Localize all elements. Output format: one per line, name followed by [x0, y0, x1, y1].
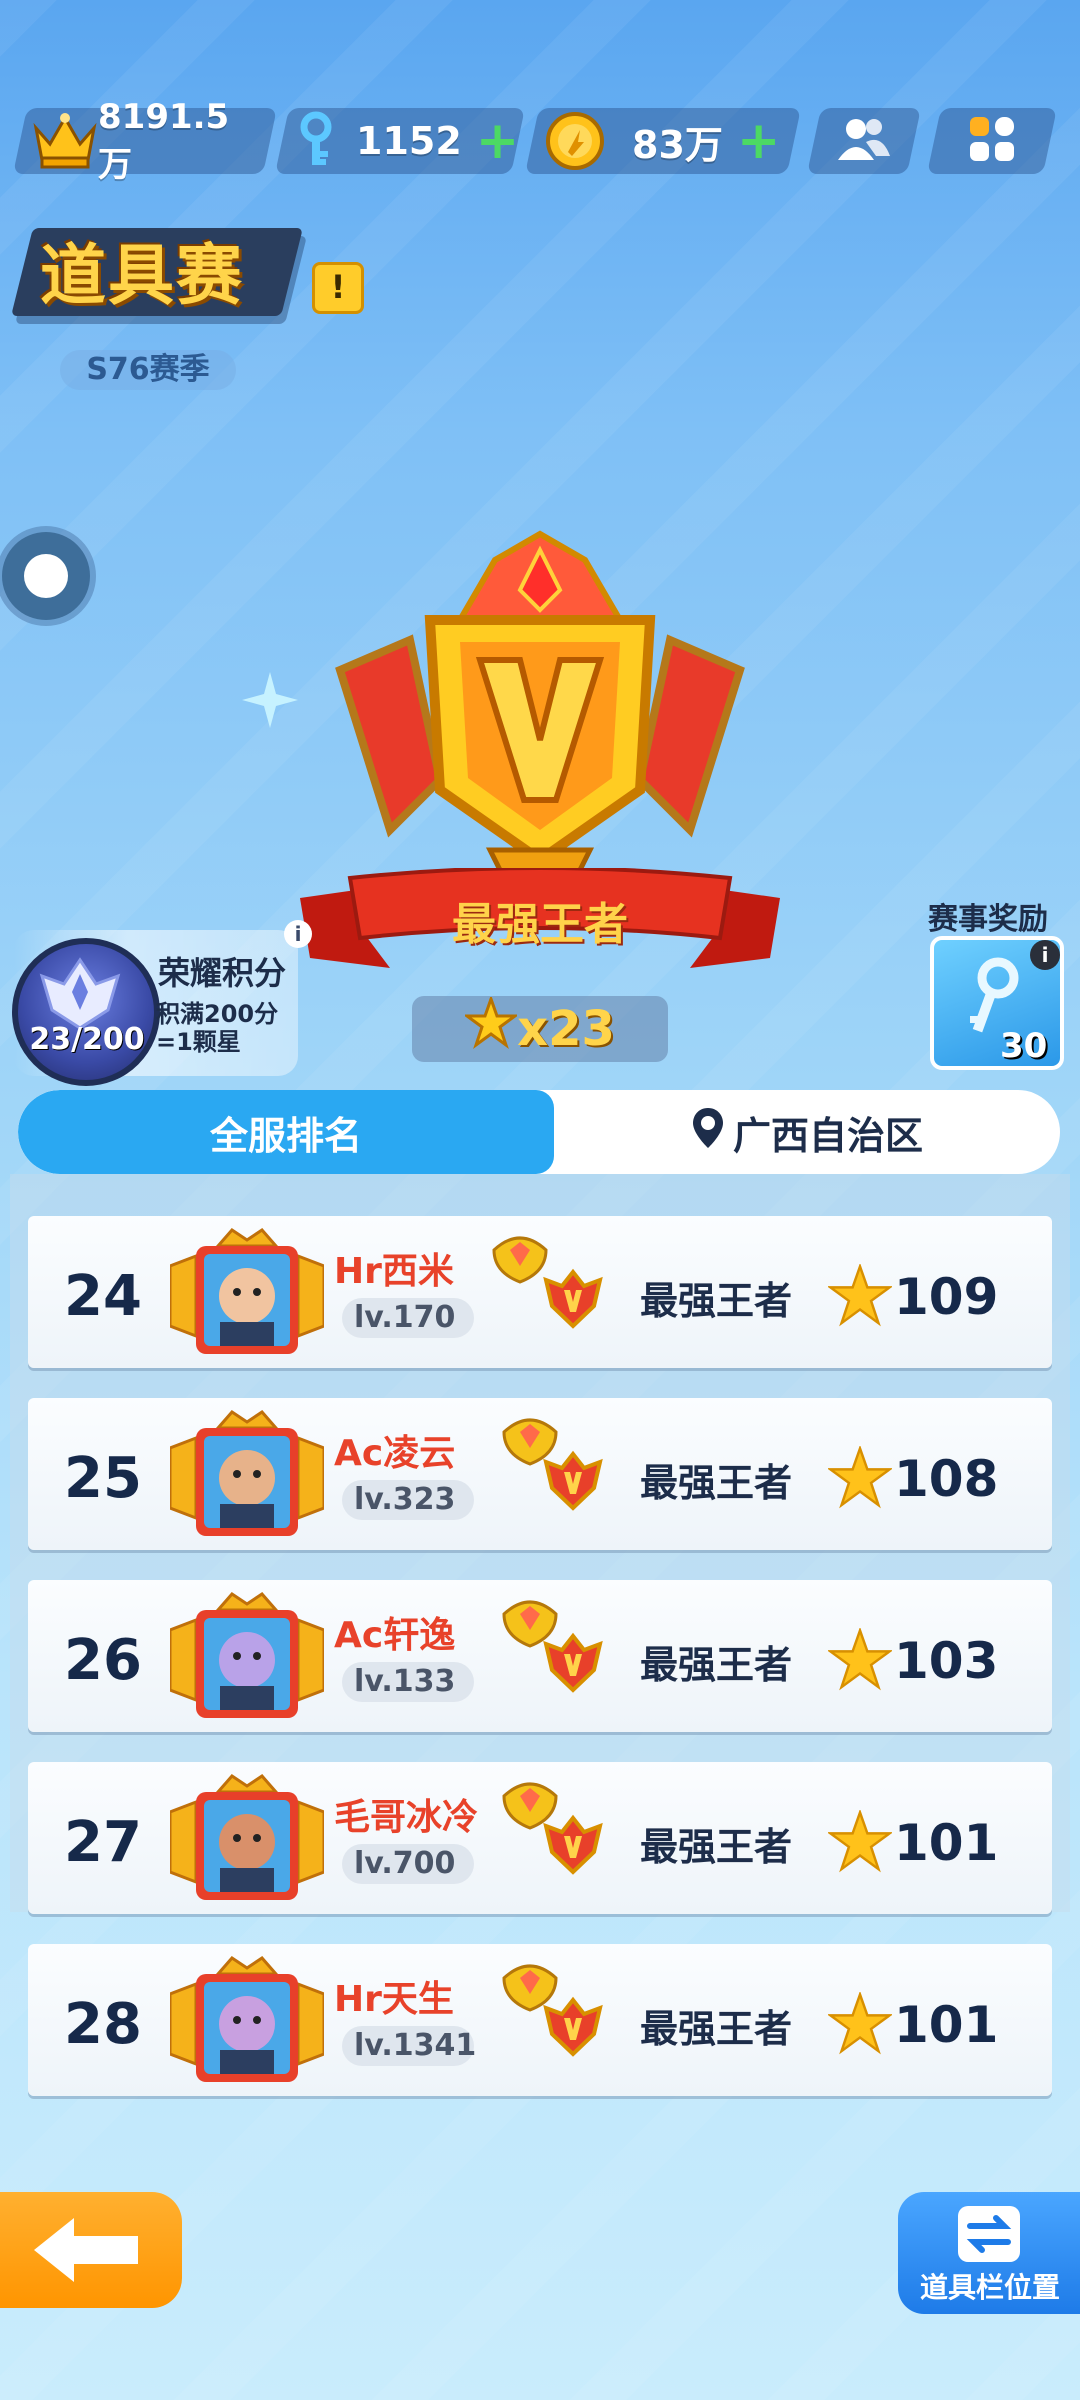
player-avatar[interactable]: [168, 1226, 326, 1360]
leaderboard-row[interactable]: 24 Hr西米 lv.170 最强王者 109: [28, 1216, 1052, 1368]
star-count-badge: x23: [412, 994, 668, 1062]
grid-menu-icon: [968, 115, 1016, 167]
star-icon: [826, 1990, 894, 2056]
honor-badge: [12, 938, 160, 1086]
friends-icon: [836, 116, 892, 166]
rank-number: 26: [64, 1628, 142, 1693]
back-arrow-icon: [34, 2218, 138, 2282]
player-level: lv.700: [342, 1844, 474, 1884]
leaderboard-row[interactable]: 27 毛哥冰冷 lv.700 最强王者 101: [28, 1762, 1052, 1914]
honor-description: 积满200分 =1颗星: [156, 1000, 306, 1056]
sparkle-icon: [242, 672, 298, 728]
star-icon: [826, 1444, 894, 1510]
swap-icon: [958, 2206, 1020, 2262]
crown-value: 8191.5万: [98, 96, 230, 185]
star-icon: [826, 1262, 894, 1328]
player-avatar[interactable]: [168, 1590, 326, 1724]
leaderboard-row[interactable]: 26 Ac轩逸 lv.133 最强王者 103: [28, 1580, 1052, 1732]
menu-button[interactable]: [926, 108, 1058, 174]
currency-bar: 8191.5万 1152 + 83万 +: [0, 97, 1080, 185]
star-icon: [462, 994, 520, 1061]
player-avatar[interactable]: [168, 1772, 326, 1906]
player-avatar[interactable]: [168, 1954, 326, 2088]
ranking-tabs: 全服排名 广西自治区: [18, 1090, 1060, 1174]
honor-title: 荣耀积分: [158, 954, 287, 992]
rank-tier-name: 最强王者: [640, 2007, 793, 2051]
add-coins-button[interactable]: +: [737, 111, 781, 171]
player-name: Hr天生: [334, 1979, 454, 2020]
player-stars: 103: [894, 1632, 999, 1690]
reward-label: 赛事奖励: [928, 902, 1048, 937]
player-name: Hr西米: [334, 1251, 454, 1292]
crown-icon: [32, 112, 98, 170]
rank-number: 27: [64, 1810, 142, 1875]
location-pin-icon: [691, 1106, 725, 1159]
rank-number: 25: [64, 1446, 142, 1511]
player-level: lv.323: [342, 1480, 474, 1520]
rank-tier-name: 最强王者: [640, 1461, 793, 1505]
star-icon: [826, 1626, 894, 1692]
rank-number: 24: [64, 1264, 142, 1329]
player-level: lv.170: [342, 1298, 474, 1338]
item-slot-position-label: 道具栏位置: [919, 2271, 1060, 2304]
player-stars: 101: [894, 1996, 999, 2054]
friends-button[interactable]: [806, 108, 922, 174]
rank-tier-icon: [540, 1448, 606, 1514]
player-name: Ac凌云: [334, 1433, 456, 1474]
player-stars: 108: [894, 1450, 999, 1508]
honor-progress: 23/200: [29, 1022, 145, 1057]
reward-count: 30: [1000, 1026, 1048, 1066]
rank-tier-name: 最强王者: [640, 1825, 793, 1869]
region-name: 广西自治区: [732, 1113, 923, 1158]
coin-icon: [544, 110, 606, 172]
star-icon: [826, 1808, 894, 1874]
keys-value: 1152: [356, 119, 462, 163]
mode-title: 道具赛: [40, 237, 244, 314]
star-count: x23: [517, 1001, 615, 1057]
rank-tier-icon: [540, 1266, 606, 1332]
tab-global-ranking[interactable]: 全服排名: [18, 1090, 554, 1174]
crown-counter[interactable]: 8191.5万: [12, 97, 278, 185]
player-avatar[interactable]: [168, 1408, 326, 1542]
player-stars: 109: [894, 1268, 999, 1326]
rank-number: 28: [64, 1992, 142, 2057]
leaderboard-row[interactable]: 28 Hr天生 lv.1341 最强王者 101: [28, 1944, 1052, 2096]
honor-info-button[interactable]: i: [284, 920, 312, 948]
honor-desc-line2: =1颗星: [156, 1028, 241, 1056]
player-stars: 101: [894, 1814, 999, 1872]
rank-tier-icon: [540, 1812, 606, 1878]
key-icon: [294, 111, 338, 171]
reward-info-button[interactable]: i: [1030, 940, 1060, 970]
coin-counter[interactable]: 83万 +: [524, 108, 802, 174]
season-badge: S76赛季: [60, 350, 236, 390]
player-level: lv.1341: [342, 2026, 476, 2066]
rank-tier-icon: [540, 1630, 606, 1696]
player-name: 毛哥冰冷: [334, 1797, 479, 1838]
add-keys-button[interactable]: +: [476, 111, 520, 171]
mode-info-button[interactable]: !: [312, 262, 364, 314]
honor-desc-line1: 积满200分: [156, 1000, 279, 1028]
player-level: lv.133: [342, 1662, 474, 1702]
rank-tier-icon: [540, 1994, 606, 2060]
rank-tier-name: 最强王者: [640, 1643, 793, 1687]
side-toggle-button[interactable]: [2, 532, 90, 620]
player-name: Ac轩逸: [334, 1615, 456, 1656]
tab-region-ranking[interactable]: 广西自治区: [554, 1090, 1060, 1174]
leaderboard-row[interactable]: 25 Ac凌云 lv.323 最强王者 108: [28, 1398, 1052, 1550]
rank-tier-name: 最强王者: [640, 1279, 793, 1323]
back-button[interactable]: [0, 2192, 182, 2308]
coins-value: 83万: [632, 122, 723, 167]
key-counter[interactable]: 1152 +: [274, 108, 526, 174]
